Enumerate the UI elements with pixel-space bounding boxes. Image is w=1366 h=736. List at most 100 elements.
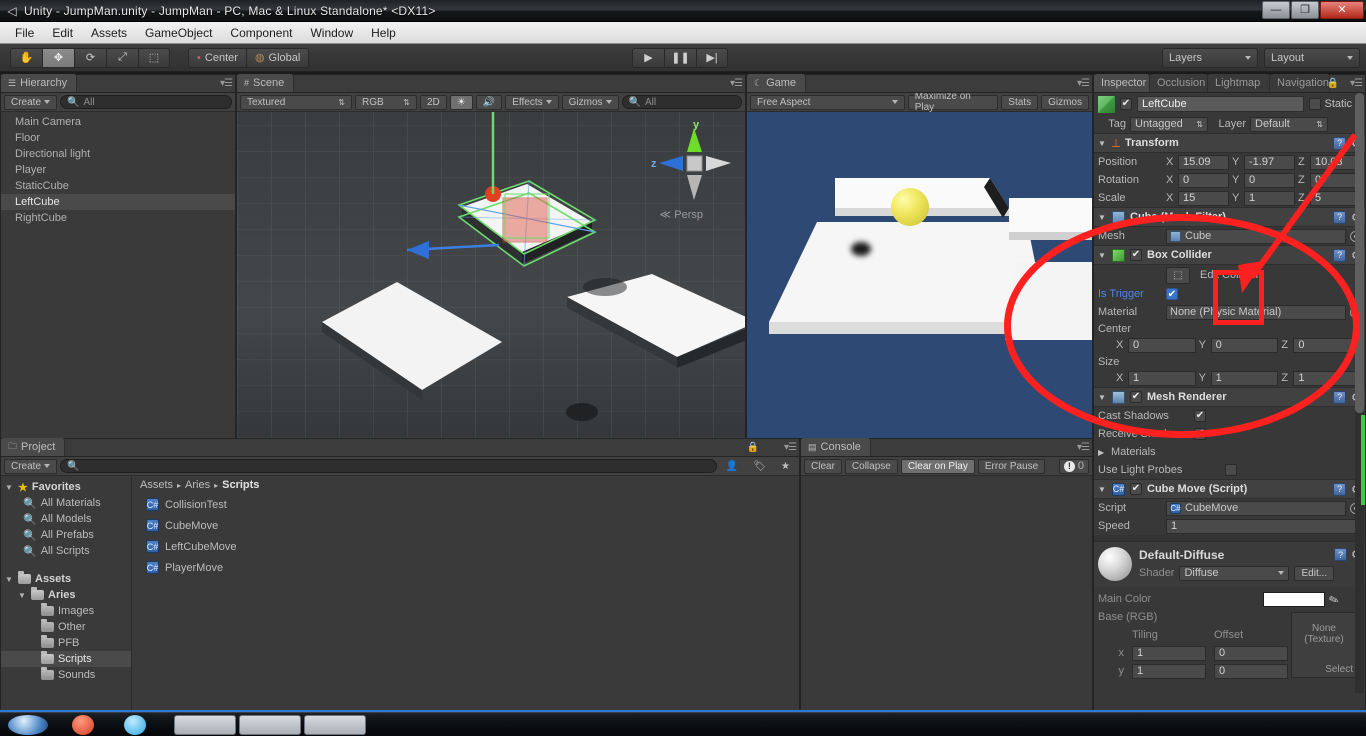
- use-light-probes-checkbox[interactable]: [1225, 464, 1237, 476]
- collider-center-z-input[interactable]: 0: [1293, 337, 1362, 353]
- project-favorites-group[interactable]: ▼ ★ Favorites: [1, 479, 131, 495]
- position-y-input[interactable]: -1.97: [1244, 154, 1295, 170]
- shader-dropdown[interactable]: Diffuse: [1179, 565, 1290, 581]
- menu-window[interactable]: Window: [301, 24, 362, 42]
- move-tool-icon[interactable]: ✥: [42, 47, 74, 68]
- hierarchy-item-player[interactable]: Player: [1, 162, 235, 178]
- console-error-count-badge[interactable]: ! 0: [1058, 458, 1089, 474]
- collider-size-z-input[interactable]: 1: [1293, 370, 1362, 386]
- layout-dropdown[interactable]: Layout: [1264, 47, 1360, 68]
- scene-viewport[interactable]: y z ≪ Persp: [237, 112, 745, 438]
- restore-button[interactable]: ❐: [1291, 1, 1319, 19]
- menu-assets[interactable]: Assets: [82, 24, 136, 42]
- hierarchy-item-staticcube[interactable]: StaticCube: [1, 178, 235, 194]
- help-icon[interactable]: ?: [1334, 548, 1348, 561]
- project-favorite-all-prefabs[interactable]: 🔍 All Prefabs: [1, 527, 131, 543]
- project-folder-sounds[interactable]: Sounds: [1, 667, 131, 683]
- tiling-y-input[interactable]: 1: [1132, 663, 1206, 679]
- project-create-button[interactable]: Create: [4, 458, 58, 474]
- project-favorite-all-scripts[interactable]: 🔍 All Scripts: [1, 543, 131, 559]
- breadcrumb-assets[interactable]: Assets: [140, 479, 173, 491]
- rotation-y-input[interactable]: 0: [1244, 172, 1295, 188]
- console-log-list[interactable]: [801, 476, 1092, 712]
- lock-icon[interactable]: 🔒: [747, 442, 759, 453]
- project-assets-root[interactable]: ▼ Assets: [1, 571, 131, 587]
- tab-hierarchy[interactable]: ☰ Hierarchy: [1, 74, 78, 92]
- scale-z-input[interactable]: 5: [1310, 190, 1361, 206]
- component-header-box-collider[interactable]: ▼ Box Collider ? ⚙: [1094, 245, 1365, 265]
- tab-game[interactable]: ☾ Game: [747, 74, 807, 92]
- play-button[interactable]: ▶: [632, 47, 664, 68]
- materials-row[interactable]: ▶ Materials: [1094, 443, 1365, 461]
- tab-inspector[interactable]: Inspector: [1094, 74, 1150, 92]
- eyedropper-icon[interactable]: ✎: [1327, 591, 1341, 608]
- hierarchy-create-button[interactable]: Create: [4, 94, 58, 110]
- game-viewport[interactable]: [747, 112, 1092, 438]
- base-texture-slot[interactable]: None (Texture) Select: [1291, 612, 1357, 678]
- component-header-mesh-filter[interactable]: ▼ Cube (Mesh Filter) ? ⚙: [1094, 207, 1365, 227]
- game-stats-toggle[interactable]: Stats: [1001, 94, 1039, 110]
- project-favorite-all-models[interactable]: 🔍 All Models: [1, 511, 131, 527]
- help-icon[interactable]: ?: [1333, 248, 1347, 262]
- scene-draw-mode-dropdown[interactable]: Textured ⇅: [240, 94, 352, 110]
- hand-tool-icon[interactable]: ✋: [10, 47, 42, 68]
- filter-by-label-icon[interactable]: 🏷: [747, 459, 772, 474]
- favorite-star-icon[interactable]: ★: [775, 459, 796, 474]
- inspector-scrollbar-thumb[interactable]: [1355, 93, 1364, 413]
- breadcrumb-scripts[interactable]: Scripts: [222, 479, 259, 491]
- hierarchy-item-leftcube[interactable]: LeftCube: [1, 194, 235, 210]
- console-error-pause-toggle[interactable]: Error Pause: [977, 458, 1046, 474]
- hierarchy-item-floor[interactable]: Floor: [1, 130, 235, 146]
- scene-search-input[interactable]: 🔍 All: [621, 95, 742, 109]
- breadcrumb-aries[interactable]: Aries: [185, 479, 210, 491]
- rect-tool-icon[interactable]: ⬚: [138, 47, 170, 68]
- layer-dropdown[interactable]: Default ⇅: [1250, 116, 1328, 132]
- pivot-mode-button[interactable]: ▪ Center: [188, 47, 246, 68]
- scale-y-input[interactable]: 1: [1244, 190, 1295, 206]
- mesh-renderer-enabled-checkbox[interactable]: [1130, 391, 1142, 403]
- collider-size-y-input[interactable]: 1: [1210, 370, 1279, 386]
- start-button-icon[interactable]: [8, 714, 48, 735]
- collider-material-object-field[interactable]: None (Physic Material): [1166, 304, 1346, 320]
- offset-y-input[interactable]: 0: [1214, 663, 1288, 679]
- menu-file[interactable]: File: [6, 24, 43, 42]
- tab-occlusion[interactable]: Occlusion: [1150, 74, 1208, 92]
- hierarchy-item-rightcube[interactable]: RightCube: [1, 210, 235, 226]
- position-x-input[interactable]: 15.09: [1178, 154, 1229, 170]
- collider-size-x-input[interactable]: 1: [1128, 370, 1196, 386]
- help-icon[interactable]: ?: [1333, 482, 1347, 496]
- project-folder-scripts[interactable]: Scripts: [1, 651, 131, 667]
- scale-x-input[interactable]: 15: [1178, 190, 1229, 206]
- inspector-panel-menu-icon[interactable]: ▾☰: [1350, 78, 1363, 89]
- project-asset-cubemove[interactable]: C# CubeMove: [132, 515, 799, 536]
- menu-gameobject[interactable]: GameObject: [136, 24, 221, 42]
- project-folder-images[interactable]: Images: [1, 603, 131, 619]
- foldout-icon[interactable]: ▼: [1098, 139, 1107, 148]
- foldout-icon[interactable]: ▼: [1098, 393, 1107, 402]
- tab-project[interactable]: 🗀 Project: [1, 438, 66, 456]
- console-panel-menu-icon[interactable]: ▾☰: [1077, 442, 1090, 453]
- rotation-z-input[interactable]: 0: [1310, 172, 1361, 188]
- collider-center-y-input[interactable]: 0: [1210, 337, 1279, 353]
- taskbar-window-3[interactable]: [304, 714, 366, 735]
- project-folder-aries[interactable]: ▼ Aries: [1, 587, 131, 603]
- gameobject-name-input[interactable]: LeftCube: [1137, 96, 1305, 112]
- console-clear-on-play-toggle[interactable]: Clear on Play: [900, 458, 975, 474]
- project-asset-collisiontest[interactable]: C# CollisionTest: [132, 494, 799, 515]
- game-aspect-dropdown[interactable]: Free Aspect: [750, 94, 905, 110]
- scene-perspective-label[interactable]: ≪ Persp: [660, 208, 703, 221]
- tab-console[interactable]: ▤ Console: [801, 438, 871, 456]
- texture-select-button[interactable]: Select: [1325, 664, 1353, 675]
- mesh-object-field[interactable]: Cube: [1166, 228, 1346, 244]
- hierarchy-item-main-camera[interactable]: Main Camera: [1, 114, 235, 130]
- scene-lighting-toggle[interactable]: ☀: [449, 94, 473, 110]
- scene-effects-dropdown[interactable]: Effects: [505, 94, 559, 110]
- console-clear-button[interactable]: Clear: [804, 458, 842, 474]
- tab-lightmap[interactable]: Lightmap: [1208, 74, 1270, 92]
- scene-color-mode-dropdown[interactable]: RGB ⇅: [355, 94, 417, 110]
- layers-dropdown[interactable]: Layers: [1162, 47, 1258, 68]
- taskbar-app-icon-1[interactable]: [72, 714, 94, 735]
- tag-dropdown[interactable]: Untagged ⇅: [1130, 116, 1208, 132]
- script-object-field[interactable]: C# CubeMove: [1166, 500, 1346, 516]
- receive-shadows-checkbox[interactable]: [1194, 428, 1206, 440]
